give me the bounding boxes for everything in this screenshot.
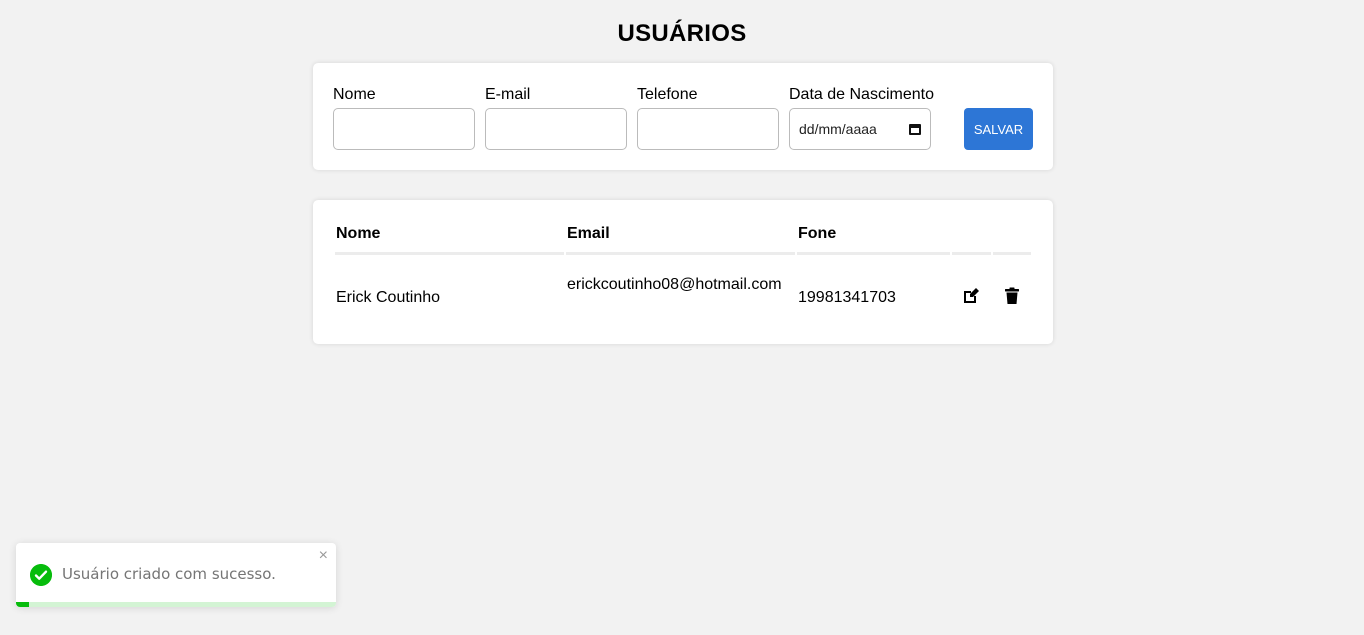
column-header-edit: [952, 225, 991, 255]
cell-nome: Erick Coutinho: [336, 289, 441, 306]
user-form-card: Nome E-mail Telefone Data de Nascimento …: [313, 63, 1053, 170]
telefone-label: Telefone: [637, 86, 698, 103]
toast-progress-bar: [16, 602, 29, 607]
email-input[interactable]: [485, 108, 627, 150]
email-field-group: E-mail: [485, 85, 627, 150]
page: USUÁRIOS Nome E-mail Telefone Data de Na…: [0, 0, 1364, 635]
check-circle-icon: [30, 564, 52, 586]
success-toast[interactable]: Usuário criado com sucesso. ×: [16, 543, 336, 607]
close-icon[interactable]: ×: [319, 548, 328, 564]
cell-fone: 19981341703: [798, 289, 896, 306]
column-header-delete: [993, 225, 1031, 255]
data-nascimento-input[interactable]: dd/mm/aaaa: [789, 108, 931, 150]
column-header-nome: Nome: [335, 225, 564, 255]
data-nascimento-field-group: Data de Nascimento dd/mm/aaaa: [789, 85, 934, 150]
users-table-card: Nome Email Fone Erick Coutinho erickcout…: [313, 200, 1053, 344]
save-button[interactable]: SALVAR: [964, 108, 1033, 150]
date-placeholder: dd/mm/aaaa: [799, 121, 877, 137]
data-nascimento-label: Data de Nascimento: [789, 86, 934, 103]
calendar-icon[interactable]: [909, 123, 921, 135]
nome-input[interactable]: [333, 108, 475, 150]
telefone-field-group: Telefone: [637, 85, 779, 150]
column-header-fone: Fone: [797, 225, 950, 255]
nome-label: Nome: [333, 86, 376, 103]
email-label: E-mail: [485, 86, 531, 103]
toast-progress-track: [16, 602, 336, 607]
page-title: USUÁRIOS: [617, 20, 747, 47]
column-header-email: Email: [566, 225, 795, 255]
trash-icon[interactable]: [1003, 287, 1021, 305]
telefone-input[interactable]: [637, 108, 779, 150]
toast-message: Usuário criado com sucesso.: [62, 565, 276, 583]
nome-field-group: Nome: [333, 85, 475, 150]
edit-icon[interactable]: [962, 287, 980, 305]
cell-email: erickcoutinho08@hotmail.com: [567, 276, 782, 293]
